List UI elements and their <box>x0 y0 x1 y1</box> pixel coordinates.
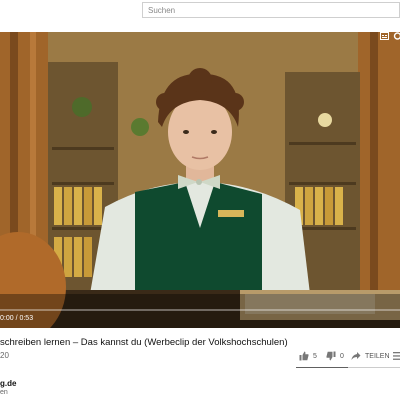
thumbs-up-icon <box>299 351 309 361</box>
more-icon <box>393 352 400 360</box>
thumbs-down-icon <box>326 351 336 361</box>
share-icon <box>351 352 361 360</box>
channel-subtitle: en <box>0 389 8 396</box>
top-bar: Suchen <box>0 0 400 32</box>
like-count: 5 <box>313 352 317 360</box>
time-display: 0:00 / 0:53 <box>0 315 34 322</box>
video-title: schreiben lernen – Das kannst du (Werbec… <box>0 337 288 348</box>
subtitles-icon[interactable] <box>380 32 389 40</box>
settings-icon[interactable] <box>393 32 400 40</box>
view-count: 20 <box>0 351 9 360</box>
more-button[interactable] <box>393 349 400 363</box>
video-frame <box>0 32 400 328</box>
like-button[interactable]: 5 <box>299 349 317 363</box>
search-input[interactable]: Suchen <box>142 2 400 18</box>
video-player[interactable]: 0:00 / 0:53 <box>0 32 400 328</box>
dislike-button[interactable]: 0 <box>326 349 344 363</box>
progress-bar[interactable] <box>0 309 400 311</box>
channel-name[interactable]: g.de <box>0 379 16 388</box>
like-ratio-fill <box>296 367 348 368</box>
share-label: TEILEN <box>365 352 390 360</box>
share-button[interactable]: TEILEN <box>351 349 390 363</box>
dislike-count: 0 <box>340 352 344 360</box>
like-ratio-bar <box>296 367 400 368</box>
